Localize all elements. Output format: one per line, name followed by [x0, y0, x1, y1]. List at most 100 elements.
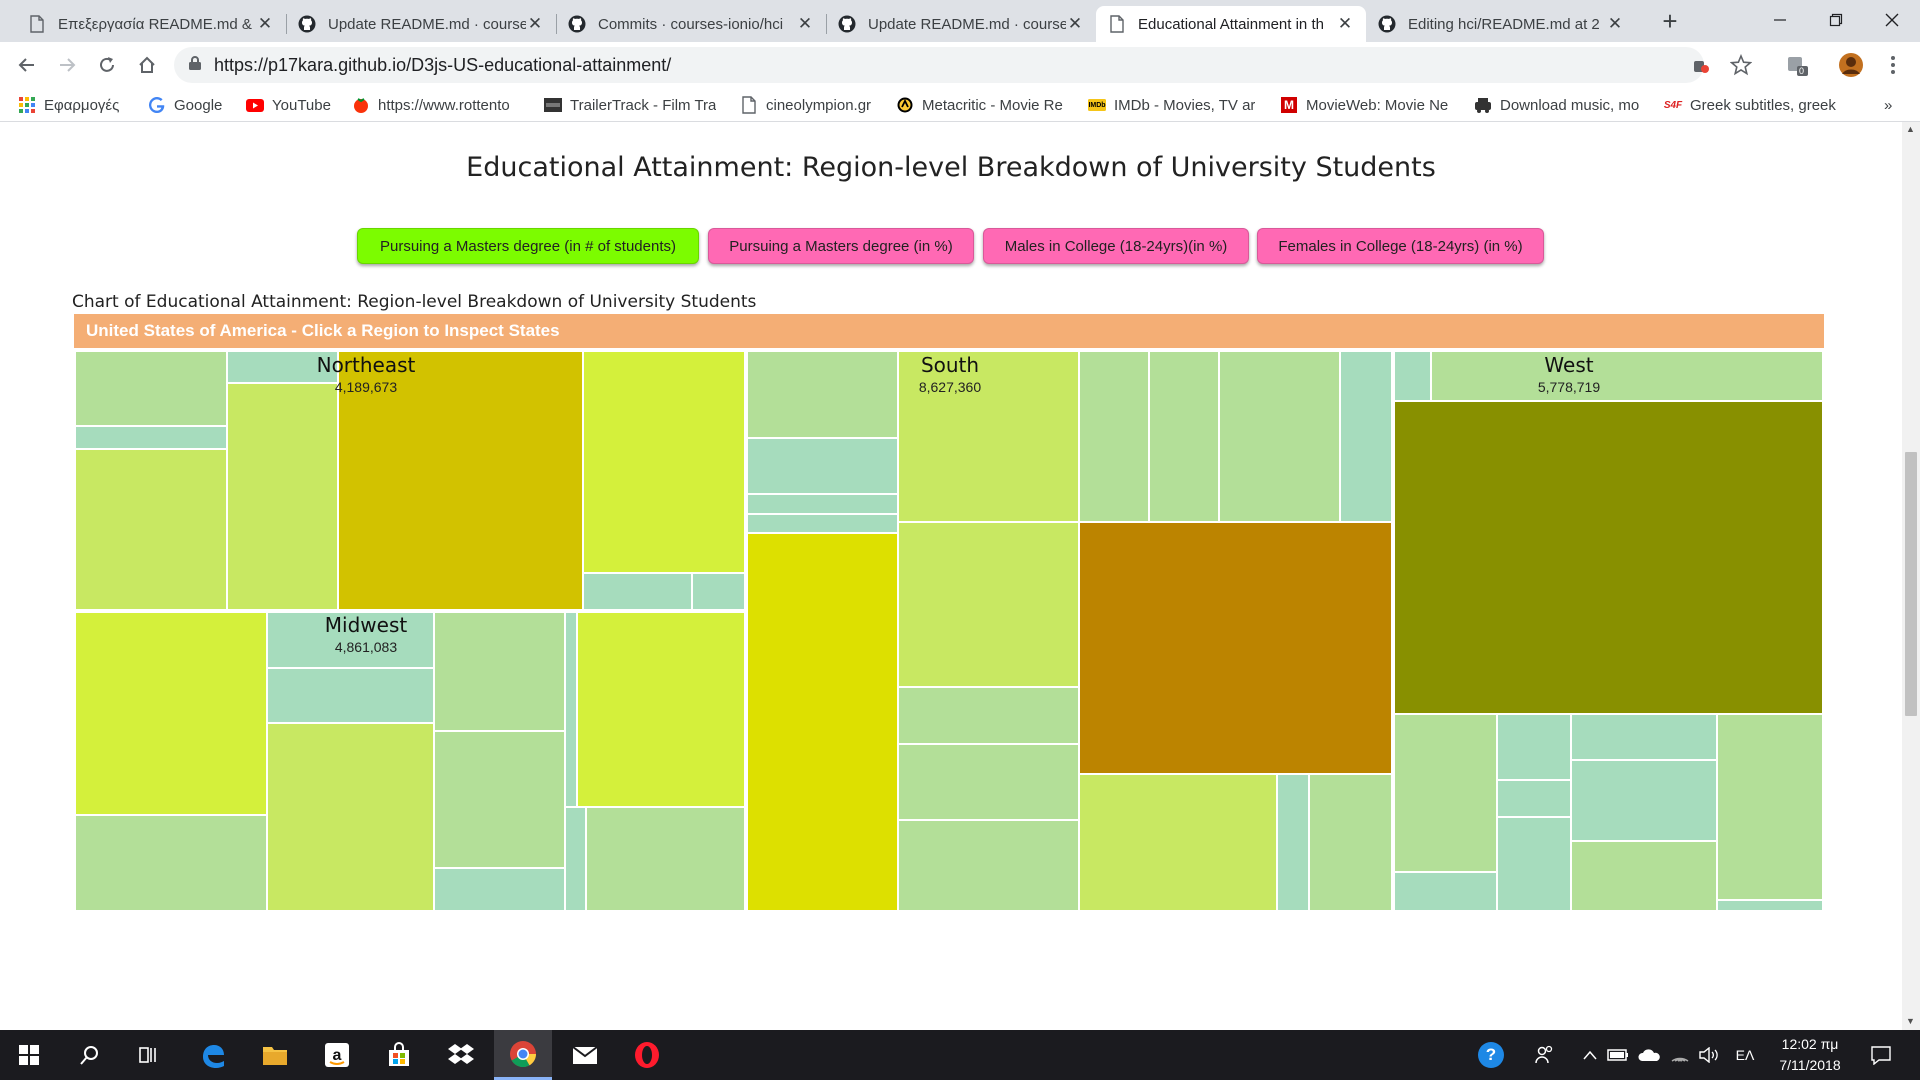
wifi-icon[interactable]	[1668, 1045, 1692, 1065]
bookmark-item[interactable]: M MovieWeb: Movie Ne	[1280, 94, 1448, 116]
extension-icon[interactable]: 0	[1784, 52, 1810, 78]
metric-button-3[interactable]: Males in College (18-24yrs)(in %)	[983, 228, 1249, 264]
treemap-state-cell[interactable]	[1431, 350, 1824, 401]
help-tray-button[interactable]: ?	[1476, 1042, 1506, 1068]
browser-tab[interactable]: Editing hci/README.md at 2 ✕	[1366, 6, 1636, 42]
mail-button[interactable]	[556, 1030, 614, 1080]
treemap-state-cell[interactable]	[746, 514, 898, 533]
treemap-state-cell[interactable]	[74, 611, 267, 815]
input-language-indicator[interactable]: ΕΛ	[1730, 1045, 1760, 1065]
treemap-state-cell[interactable]	[1497, 817, 1571, 912]
edge-browser-button[interactable]	[184, 1030, 242, 1080]
treemap-state-cell[interactable]	[1393, 350, 1431, 401]
treemap-state-cell[interactable]	[746, 438, 898, 494]
bookmark-item[interactable]: Google	[148, 94, 222, 116]
bookmark-star-icon[interactable]	[1728, 52, 1754, 78]
system-clock[interactable]: 12:02 πμ 7/11/2018	[1760, 1034, 1860, 1076]
treemap-state-cell[interactable]	[1393, 872, 1497, 912]
treemap-state-cell[interactable]	[565, 611, 577, 807]
task-view-button[interactable]	[120, 1030, 178, 1080]
store-button[interactable]	[370, 1030, 428, 1080]
treemap-state-cell[interactable]	[74, 815, 267, 912]
treemap-state-cell[interactable]	[1079, 774, 1277, 912]
close-tab-icon[interactable]: ✕	[1066, 14, 1084, 34]
bookmark-item[interactable]: YouTube	[246, 94, 331, 116]
treemap-state-cell[interactable]	[565, 807, 586, 912]
bookmark-item[interactable]: TrailerTrack - Film Tra	[544, 94, 716, 116]
bookmark-item[interactable]: IMDb IMDb - Movies, TV ar	[1088, 94, 1255, 116]
scrollbar-thumb[interactable]	[1905, 452, 1917, 716]
bookmark-item[interactable]: https://www.rottento	[352, 94, 510, 116]
close-tab-icon[interactable]: ✕	[526, 14, 544, 34]
close-tab-icon[interactable]: ✕	[796, 14, 814, 34]
treemap-state-cell[interactable]	[227, 383, 338, 611]
bookmark-item[interactable]: Download music, mo	[1474, 94, 1639, 116]
treemap-state-cell[interactable]	[1717, 900, 1824, 912]
chevron-up-icon[interactable]	[1580, 1045, 1600, 1065]
treemap-state-cell[interactable]	[227, 350, 338, 383]
treemap-state-cell[interactable]	[583, 350, 746, 573]
treemap-state-cell[interactable]	[1149, 350, 1219, 522]
metric-button-4[interactable]: Females in College (18-24yrs) (in %)	[1257, 228, 1544, 264]
bookmarks-overflow-button[interactable]: »	[1884, 94, 1892, 116]
search-button[interactable]	[60, 1030, 118, 1080]
treemap-state-cell[interactable]	[1309, 774, 1393, 912]
treemap-state-cell[interactable]	[1497, 714, 1571, 780]
treemap-state-cell[interactable]	[898, 350, 1079, 522]
treemap-state-cell[interactable]	[74, 426, 227, 449]
restore-button[interactable]	[1808, 0, 1864, 40]
close-window-button[interactable]	[1864, 0, 1920, 40]
address-bar[interactable]: https://p17kara.github.io/D3js-US-educat…	[174, 47, 1704, 83]
treemap-state-cell[interactable]	[434, 868, 565, 912]
volume-icon[interactable]	[1696, 1045, 1722, 1065]
treemap-state-cell[interactable]	[267, 611, 434, 668]
treemap-state-cell[interactable]	[1571, 714, 1717, 760]
close-tab-icon[interactable]: ✕	[1606, 14, 1624, 34]
action-center-icon[interactable]	[1866, 1045, 1896, 1065]
treemap-state-cell[interactable]	[898, 522, 1079, 687]
scroll-up-arrow-icon[interactable]: ▲	[1906, 124, 1915, 134]
treemap-state-cell[interactable]	[1571, 760, 1717, 841]
treemap-state-cell[interactable]	[898, 744, 1079, 820]
treemap-state-cell[interactable]	[1079, 522, 1393, 774]
treemap-state-cell[interactable]	[1079, 350, 1149, 522]
treemap-state-cell[interactable]	[267, 723, 434, 912]
treemap-state-cell[interactable]	[1393, 714, 1497, 872]
file-explorer-button[interactable]	[246, 1030, 304, 1080]
forward-button[interactable]	[52, 50, 82, 80]
browser-tab[interactable]: Update README.md · course ✕	[826, 6, 1096, 42]
browser-tab[interactable]: Educational Attainment in th ✕	[1096, 6, 1366, 42]
treemap-state-cell[interactable]	[692, 573, 746, 611]
menu-kebab-icon[interactable]	[1880, 52, 1906, 78]
browser-tab[interactable]: Update README.md · course ✕	[286, 6, 556, 42]
new-tab-button[interactable]: +	[1656, 8, 1684, 36]
treemap-state-cell[interactable]	[338, 350, 583, 611]
start-button[interactable]	[0, 1030, 58, 1080]
treemap-state-cell[interactable]	[1571, 841, 1717, 912]
close-tab-icon[interactable]: ✕	[256, 14, 274, 34]
treemap-state-cell[interactable]	[434, 611, 565, 731]
treemap-state-cell[interactable]	[577, 611, 746, 807]
treemap-state-cell[interactable]	[1497, 780, 1571, 817]
amazon-button[interactable]: a	[308, 1030, 366, 1080]
onedrive-cloud-icon[interactable]	[1636, 1045, 1662, 1065]
page-scrollbar[interactable]: ▲ ▼	[1902, 122, 1920, 1030]
treemap-state-cell[interactable]	[746, 494, 898, 514]
bookmark-item[interactable]: Εφαρμογές	[18, 94, 119, 116]
treemap-chart[interactable]: Northeast 4,189,673 Midwest 4,861,083 South 8…	[74, 350, 1824, 912]
treemap-state-cell[interactable]	[267, 668, 434, 723]
scroll-down-arrow-icon[interactable]: ▼	[1906, 1016, 1915, 1026]
opera-button[interactable]	[618, 1030, 676, 1080]
treemap-state-cell[interactable]	[434, 731, 565, 868]
treemap-state-cell[interactable]	[1717, 714, 1824, 900]
treemap-state-cell[interactable]	[74, 449, 227, 611]
treemap-state-cell[interactable]	[1393, 401, 1824, 714]
treemap-state-cell[interactable]	[898, 687, 1079, 744]
treemap-state-cell[interactable]	[898, 820, 1079, 912]
treemap-state-cell[interactable]	[746, 350, 898, 438]
site-permissions-icon[interactable]	[1688, 52, 1714, 78]
metric-button-1[interactable]: Pursuing a Masters degree (in # of stude…	[357, 228, 699, 264]
chart-header-breadcrumb[interactable]: United States of America - Click a Regio…	[74, 314, 1824, 348]
bookmark-item[interactable]: Metacritic - Movie Re	[896, 94, 1063, 116]
bookmark-item[interactable]: cineolympion.gr	[740, 94, 871, 116]
